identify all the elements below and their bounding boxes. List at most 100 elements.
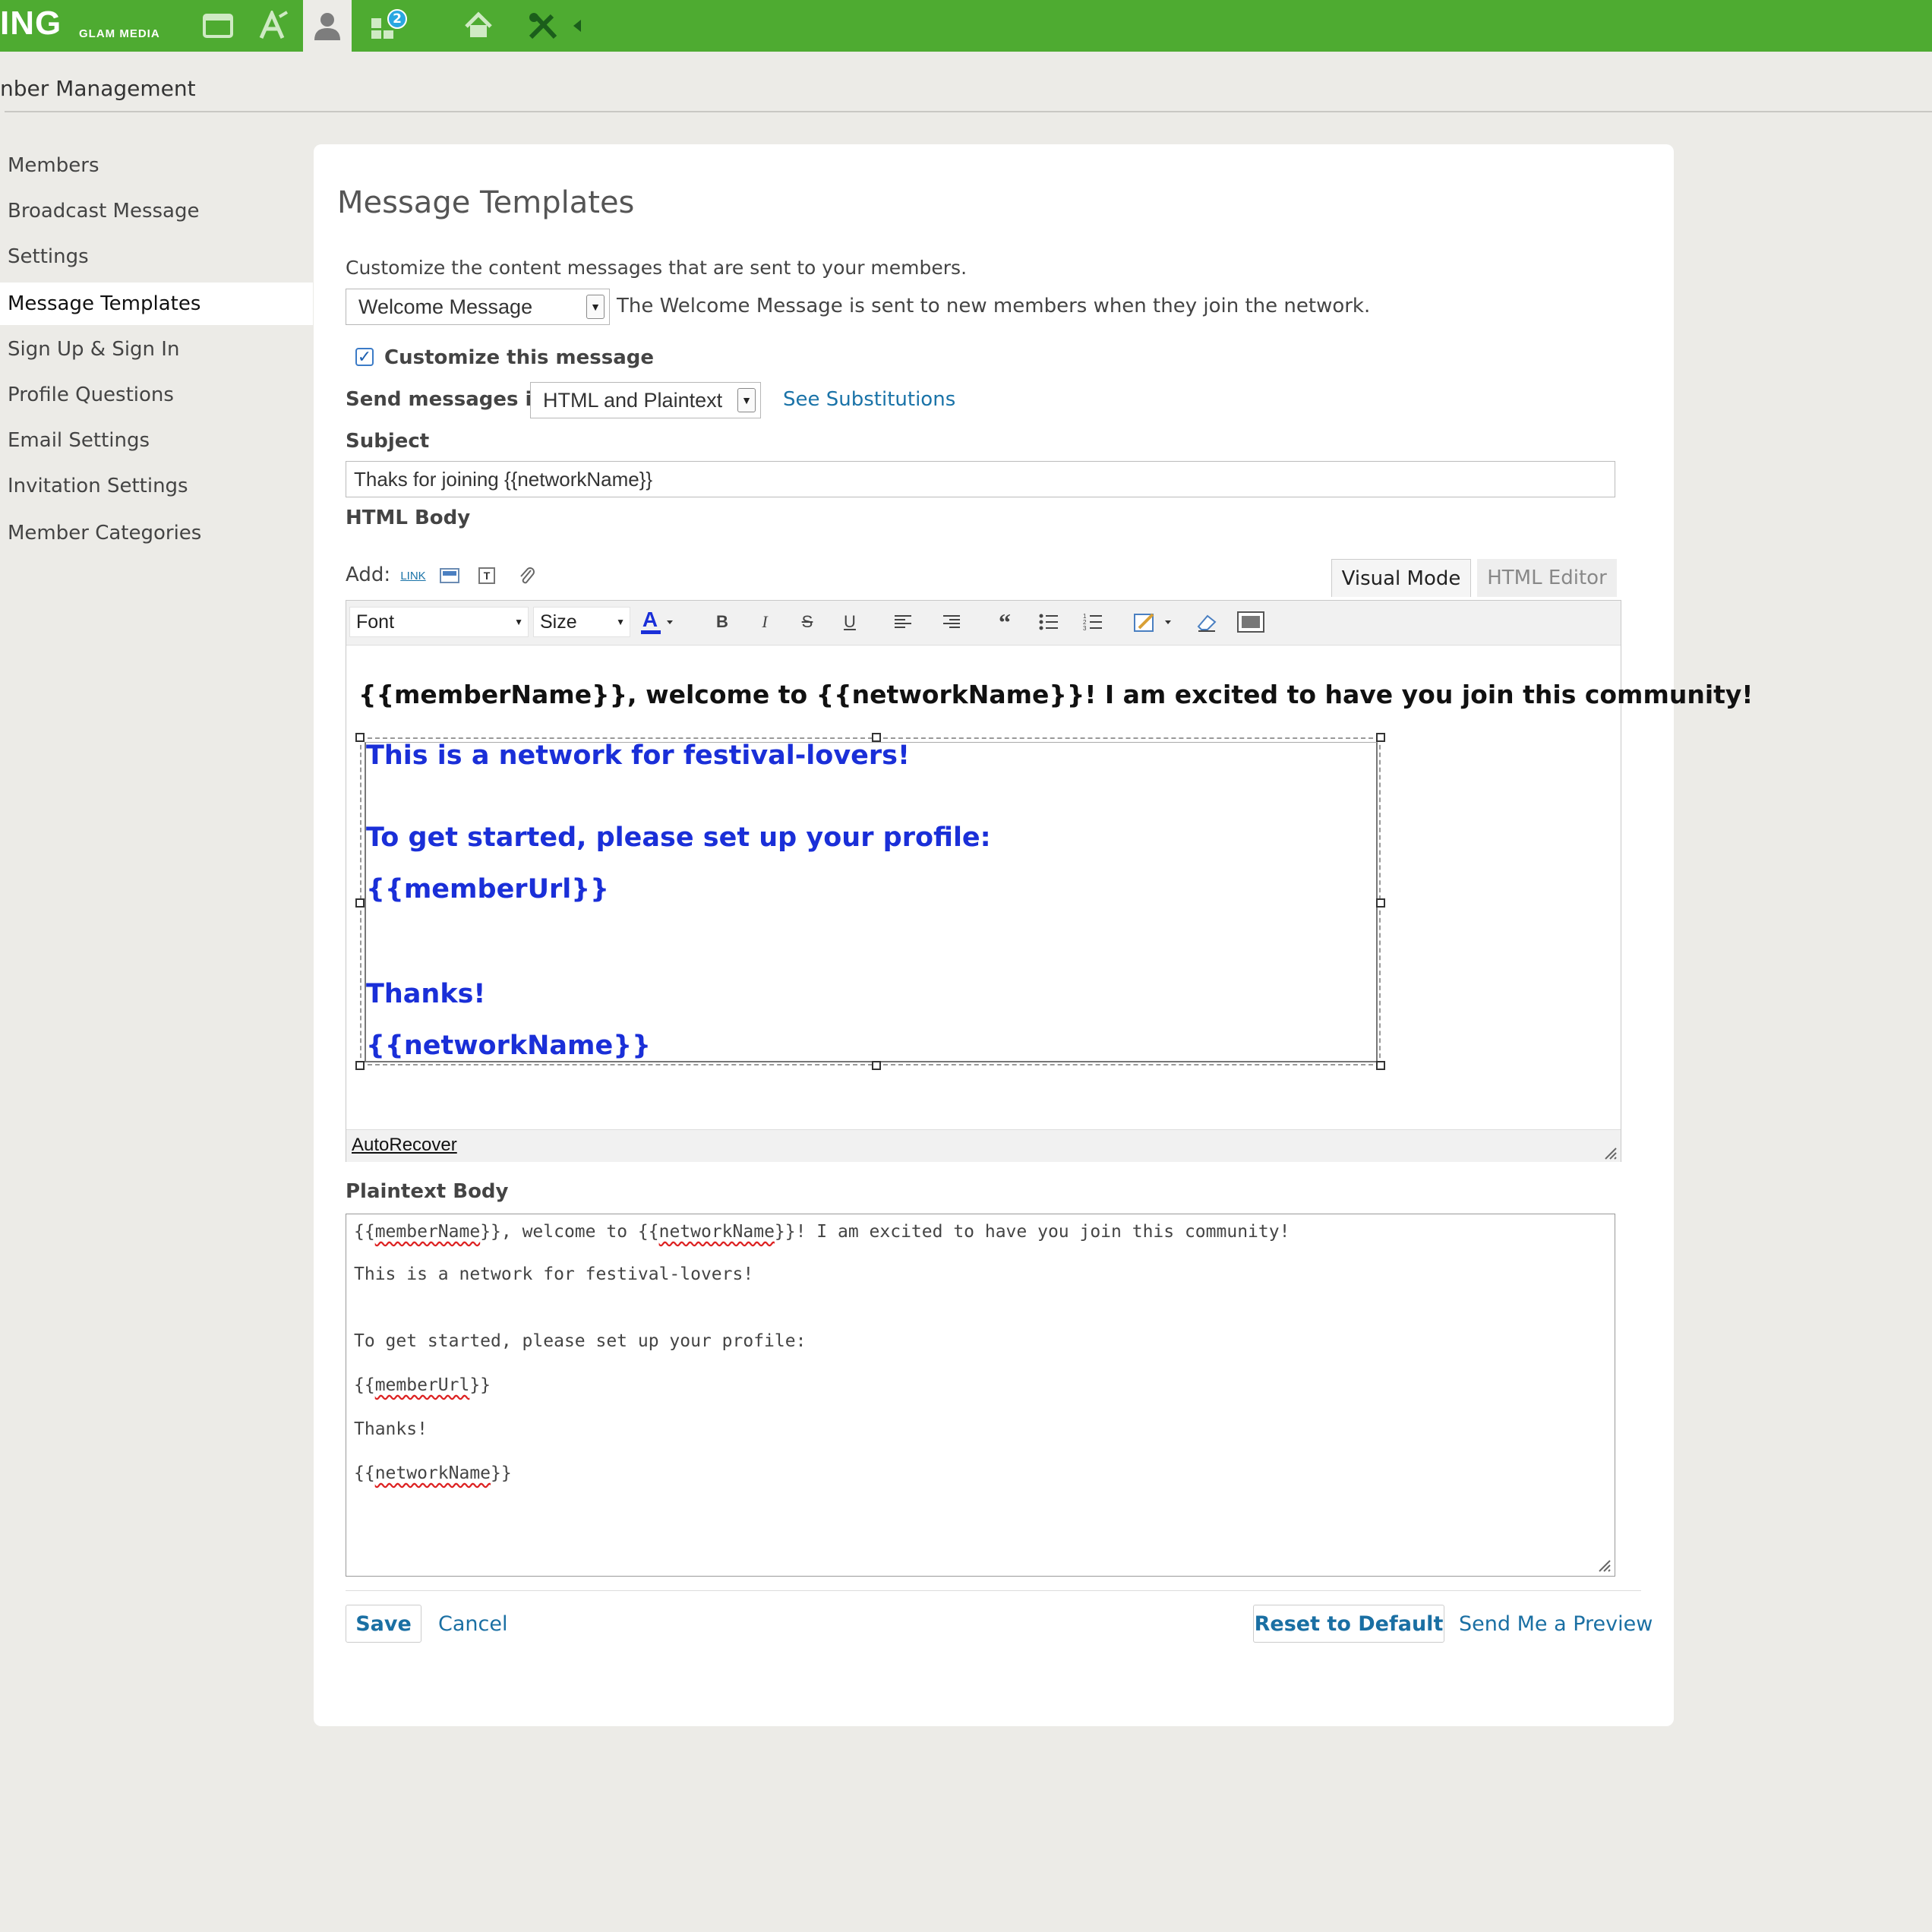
editor-status-bar: AutoRecover xyxy=(346,1129,1621,1162)
send-format-value: HTML and Plaintext xyxy=(543,388,723,412)
autorecover-link[interactable]: AutoRecover xyxy=(352,1135,457,1156)
plaintext-line: {{networkName}} xyxy=(354,1463,512,1483)
sidebar-item-members[interactable]: Members xyxy=(0,144,313,187)
editor-body-line[interactable]: Thanks! xyxy=(366,979,485,1009)
insert-edit-icon[interactable] xyxy=(1130,607,1176,637)
resize-handle[interactable] xyxy=(355,898,365,908)
sidebar-item-message-templates[interactable]: Message Templates xyxy=(0,283,313,325)
plaintext-body-textarea[interactable]: {{memberName}}, welcome to {{networkName… xyxy=(346,1214,1615,1577)
sidebar-item-member-categories[interactable]: Member Categories xyxy=(0,512,313,554)
add-link-icon[interactable]: LINK xyxy=(398,564,428,588)
sidebar-item-broadcast-message[interactable]: Broadcast Message xyxy=(0,190,313,232)
subject-label: Subject xyxy=(346,430,430,453)
resize-handle[interactable] xyxy=(872,1061,881,1070)
save-button[interactable]: Save xyxy=(346,1605,421,1643)
tools-icon[interactable] xyxy=(522,0,565,52)
profile-tab[interactable] xyxy=(303,0,352,52)
resize-grip-icon[interactable] xyxy=(1601,1144,1618,1160)
html-body-label: HTML Body xyxy=(346,507,471,529)
customize-checkbox[interactable]: ✓ xyxy=(355,348,374,367)
svg-text:3: 3 xyxy=(1083,625,1087,632)
send-format-select[interactable]: HTML and Plaintext ▼ xyxy=(530,382,761,418)
dropdown-arrow-icon: ▼ xyxy=(737,388,756,412)
editor-body-line[interactable]: {{networkName}} xyxy=(366,1031,651,1061)
text-color-button[interactable]: A xyxy=(636,607,676,637)
resize-handle[interactable] xyxy=(1376,733,1385,742)
template-type-value: Welcome Message xyxy=(358,295,533,318)
svg-text:T: T xyxy=(484,570,491,582)
editor-body-line[interactable]: {{memberUrl}} xyxy=(366,874,609,904)
add-label: Add: xyxy=(346,564,391,586)
plaintext-line: {{memberName}}, welcome to {{networkName… xyxy=(354,1222,1290,1242)
section-title: nber Management xyxy=(0,76,196,101)
font-select[interactable]: Font ▼ xyxy=(349,607,529,637)
resize-handle[interactable] xyxy=(355,733,365,742)
intro-text: Customize the content messages that are … xyxy=(346,257,968,279)
plaintext-line: Thanks! xyxy=(354,1419,428,1439)
plaintext-body-label: Plaintext Body xyxy=(346,1180,509,1203)
dropdown-arrow-icon: ▼ xyxy=(514,617,523,627)
text-color-icon: A xyxy=(641,608,673,634)
divider xyxy=(346,1590,1641,1591)
resize-handle[interactable] xyxy=(355,1061,365,1070)
person-icon xyxy=(314,13,340,40)
template-type-select[interactable]: Welcome Message ▼ xyxy=(346,289,610,325)
font-select-label: Font xyxy=(356,611,395,633)
add-text-icon[interactable]: T xyxy=(475,564,498,588)
dropdown-arrow-icon: ▼ xyxy=(616,617,625,627)
plaintext-line: {{memberUrl}} xyxy=(354,1375,491,1395)
size-select-label: Size xyxy=(540,611,577,633)
cancel-link[interactable]: Cancel xyxy=(438,1612,507,1636)
editor-body-line[interactable]: This is a network for festival-lovers! xyxy=(366,740,910,771)
align-left-icon[interactable] xyxy=(887,607,919,637)
bold-button[interactable]: B xyxy=(706,607,738,637)
sidebar-item-email-settings[interactable]: Email Settings xyxy=(0,419,313,462)
italic-button[interactable]: I xyxy=(749,607,781,637)
editor-greeting-line[interactable]: {{memberName}}, welcome to {{networkName… xyxy=(358,680,1753,709)
resize-handle[interactable] xyxy=(1376,898,1385,908)
bullet-list-icon[interactable] xyxy=(1033,607,1065,637)
customize-label[interactable]: Customize this message xyxy=(384,346,654,369)
tab-html-editor[interactable]: HTML Editor xyxy=(1477,559,1617,597)
sidebar-item-invitation-settings[interactable]: Invitation Settings xyxy=(0,465,313,507)
template-description: The Welcome Message is sent to new membe… xyxy=(617,295,1371,317)
editor-toolbar: Font ▼ Size ▼ A B I S U “ 123 xyxy=(346,601,1621,646)
appearance-icon[interactable] xyxy=(251,0,296,52)
send-preview-link[interactable]: Send Me a Preview xyxy=(1459,1612,1653,1636)
plaintext-line: To get started, please set up your profi… xyxy=(354,1331,807,1351)
network-logo-subtitle: GLAM MEDIA xyxy=(79,27,160,40)
resize-handle[interactable] xyxy=(1376,1061,1385,1070)
html-body-editor[interactable]: Font ▼ Size ▼ A B I S U “ 123 {{memberNa… xyxy=(346,600,1753,1162)
browser-window-icon[interactable] xyxy=(196,0,242,52)
dropdown-arrow-icon: ▼ xyxy=(586,295,605,319)
add-attachment-icon[interactable] xyxy=(515,564,538,588)
send-format-label: Send messages in xyxy=(346,388,546,411)
sidebar-item-settings[interactable]: Settings xyxy=(0,235,313,278)
add-image-icon[interactable] xyxy=(437,564,462,588)
reset-to-default-button[interactable]: Reset to Default xyxy=(1253,1605,1444,1643)
plaintext-line: This is a network for festival-lovers! xyxy=(354,1264,754,1284)
home-icon[interactable] xyxy=(458,0,499,52)
collapse-arrow-icon[interactable] xyxy=(568,0,586,52)
blockquote-icon[interactable]: “ xyxy=(989,607,1021,637)
numbered-list-icon[interactable]: 123 xyxy=(1077,607,1109,637)
network-logo[interactable]: ING xyxy=(0,5,62,43)
tab-visual-mode[interactable]: Visual Mode xyxy=(1331,559,1471,597)
strikethrough-button[interactable]: S xyxy=(791,607,823,637)
notification-badge[interactable]: 2 xyxy=(387,9,407,29)
see-substitutions-link[interactable]: See Substitutions xyxy=(783,388,955,411)
align-right-icon[interactable] xyxy=(936,607,968,637)
size-select[interactable]: Size ▼ xyxy=(533,607,630,637)
top-navigation-bar: ING GLAM MEDIA 2 xyxy=(0,0,1932,52)
sidebar-item-sign-up-sign-in[interactable]: Sign Up & Sign In xyxy=(0,328,313,371)
editor-body-line[interactable]: To get started, please set up your profi… xyxy=(366,822,991,853)
resize-grip-icon[interactable] xyxy=(1595,1556,1612,1573)
eraser-icon[interactable] xyxy=(1191,607,1223,637)
underline-button[interactable]: U xyxy=(834,607,866,637)
fullscreen-icon[interactable] xyxy=(1232,607,1270,637)
svg-text:A: A xyxy=(642,608,658,631)
subject-input[interactable]: Thaks for joining {{networkName}} xyxy=(346,461,1615,497)
sidebar-item-profile-questions[interactable]: Profile Questions xyxy=(0,374,313,416)
page-title: Message Templates xyxy=(337,185,635,220)
divider xyxy=(5,111,1932,112)
